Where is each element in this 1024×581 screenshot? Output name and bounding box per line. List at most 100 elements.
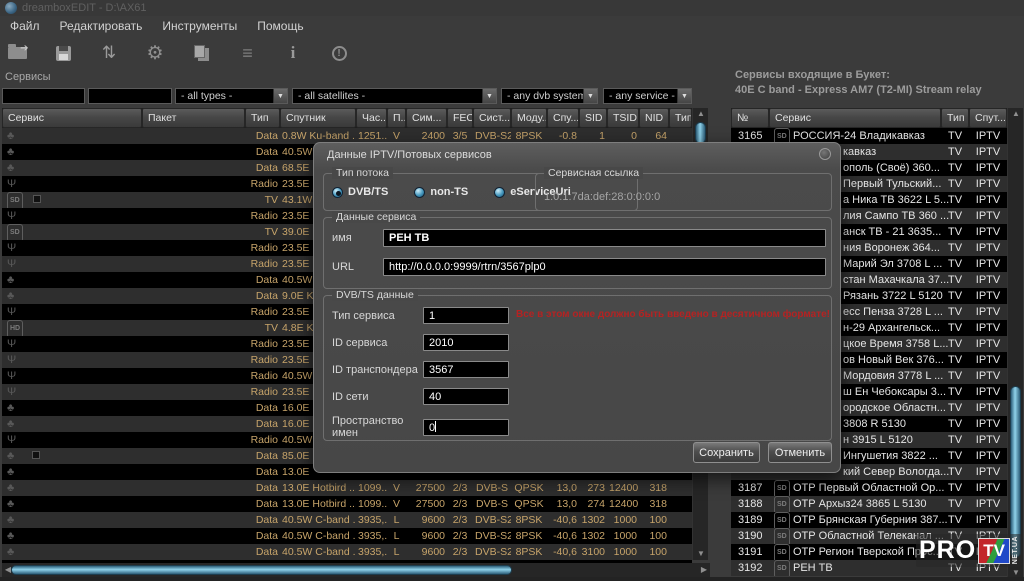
radio-service-icon: Ψ: [4, 368, 22, 384]
menu-item-редактировать[interactable]: Редактировать: [50, 16, 153, 33]
column-header-11[interactable]: SID: [579, 108, 607, 128]
column-header-13[interactable]: NID: [639, 108, 669, 128]
toolbar: ⇅ ⚙ ≡ i!: [4, 38, 352, 68]
url-input[interactable]: http://0.0.0.0:9999/rtrn/3567plp0: [383, 258, 826, 276]
menu-item-файл[interactable]: Файл: [0, 16, 50, 33]
open-file-button[interactable]: [4, 41, 30, 65]
radio-button-icon[interactable]: [494, 187, 505, 198]
data-service-icon: ♣: [4, 416, 22, 432]
package-filter-input[interactable]: [88, 88, 172, 104]
dvb-field-label: ID транспондера: [332, 364, 423, 376]
list-item[interactable]: 3187SDОТР Первый Областной Ор...TVIPTV: [731, 480, 1007, 496]
table-row[interactable]: ♣Data40.5W C-band ...3935,...L96002/3DVB…: [2, 512, 692, 528]
about-button[interactable]: !: [326, 41, 352, 65]
scroll-right-icon[interactable]: ▶: [698, 564, 710, 576]
dvb-data-group-label: DVB/TS данные: [332, 289, 418, 301]
service-type-dropdown[interactable]: - any service - ▼: [603, 88, 692, 104]
satellites-dropdown-value: - all satellites -: [293, 90, 482, 102]
service-name: РЕН ТВ: [793, 562, 833, 574]
dvb-system-dropdown[interactable]: - any dvb system - ▼: [501, 88, 598, 104]
services-hscroll-thumb[interactable]: [11, 565, 512, 575]
dvb-system-dropdown-value: - any dvb system -: [502, 90, 583, 102]
menu-item-помощь[interactable]: Помощь: [247, 16, 313, 33]
column-header-7[interactable]: FEC: [447, 108, 473, 128]
dvb-field-input[interactable]: 2010: [423, 334, 509, 351]
dvb-field-input[interactable]: 3567: [423, 361, 509, 378]
column-header-1[interactable]: Сервис: [769, 108, 941, 128]
service-name: ОТР Архыз24 3865 L 5130: [793, 498, 927, 510]
column-header-9[interactable]: Моду...: [511, 108, 547, 128]
list-item[interactable]: 3188SDОТР Архыз24 3865 L 5130TVIPTV: [731, 496, 1007, 512]
dvb-field-input[interactable]: 40: [423, 388, 509, 405]
table-row[interactable]: ♣Data13.0E Hotbird ...1099...V275002/3DV…: [2, 480, 692, 496]
radio-button-icon[interactable]: [414, 187, 425, 198]
column-header-0[interactable]: Сервис: [2, 108, 142, 128]
column-header-2[interactable]: Тип: [245, 108, 280, 128]
app-logo-icon: [5, 2, 17, 14]
scroll-up-icon[interactable]: ▲: [1008, 108, 1024, 120]
save-button[interactable]: Сохранить: [693, 442, 760, 463]
column-header-10[interactable]: Спу...: [547, 108, 579, 128]
column-header-4[interactable]: Час...: [356, 108, 387, 128]
protv-watermark: PRO TV NET.UA: [916, 534, 1022, 567]
service-type-dropdown-arrow-icon[interactable]: ▼: [677, 89, 691, 103]
radio-service-icon: Ψ: [4, 208, 22, 224]
menu-item-инструменты[interactable]: Инструменты: [152, 16, 247, 33]
cancel-button[interactable]: Отменить: [768, 442, 832, 463]
about-icon: !: [332, 46, 347, 61]
menu-bar: ФайлРедактироватьИнструментыПомощь: [0, 16, 1024, 36]
services-vscroll-thumb[interactable]: [695, 122, 706, 144]
service-name: цкое Время 3758 L...: [843, 338, 949, 350]
column-header-8[interactable]: Сист...: [473, 108, 511, 128]
column-header-6[interactable]: Сим...: [406, 108, 447, 128]
settings-button[interactable]: ⚙: [142, 41, 168, 65]
dvb-field-input[interactable]: 1: [423, 307, 509, 324]
service-name: Ингушетия 3822 ...: [843, 450, 938, 462]
types-dropdown-arrow-icon[interactable]: ▼: [273, 89, 287, 103]
ftp-transfer-button[interactable]: ⇅: [96, 41, 122, 65]
name-input[interactable]: РЕН ТВ: [383, 229, 826, 247]
column-header-2[interactable]: Тип: [941, 108, 969, 128]
open-file-icon: [8, 47, 27, 59]
bouquet-vscrollbar[interactable]: ▲ ▼: [1007, 108, 1023, 581]
table-row[interactable]: ♣Data40.5W C-band ...3935,...L96002/3DVB…: [2, 544, 692, 560]
service-name: Марий Эл 3708 L ...: [843, 258, 942, 270]
table-row[interactable]: ♣Data13.0E Hotbird ...1099...V275002/3DV…: [2, 496, 692, 512]
save-button[interactable]: [50, 41, 76, 65]
radio-button-icon[interactable]: [332, 187, 343, 198]
dialog-close-icon[interactable]: [819, 148, 831, 160]
copy-button[interactable]: [188, 41, 214, 65]
satellites-dropdown-arrow-icon[interactable]: ▼: [482, 89, 496, 103]
dvb-field-input[interactable]: 0: [423, 419, 509, 436]
stream-type-option[interactable]: DVB/TS: [332, 186, 388, 198]
services-hscrollbar[interactable]: ◀ ▶: [2, 563, 710, 577]
table-row[interactable]: ♣Data40.5W C-band ...3935,...L96002/3DVB…: [2, 528, 692, 544]
types-dropdown[interactable]: - all types - ▼: [175, 88, 288, 104]
scroll-up-icon[interactable]: ▲: [693, 108, 709, 120]
service-name: ния Воронеж 364...: [843, 242, 940, 254]
radio-service-icon: Ψ: [4, 176, 22, 192]
column-header-12[interactable]: TSID: [607, 108, 639, 128]
column-header-14[interactable]: Тип: [669, 108, 692, 128]
dvb-system-dropdown-arrow-icon[interactable]: ▼: [583, 89, 597, 103]
services-panel-label: Сервисы: [5, 71, 51, 83]
scroll-down-icon[interactable]: ▼: [693, 548, 709, 560]
sd-badge-icon: SD: [774, 544, 790, 560]
service-data-group: Данные сервиса имя РЕН ТВ URL http://0.0…: [323, 217, 832, 289]
stream-type-option[interactable]: non-TS: [414, 186, 468, 198]
column-header-0[interactable]: №: [731, 108, 769, 128]
info-icon: i: [291, 43, 296, 63]
service-filter-input[interactable]: [2, 88, 85, 104]
service-name: ш Ен Чебоксары 3...: [843, 386, 946, 398]
info-button[interactable]: i: [280, 41, 306, 65]
list-button[interactable]: ≡: [234, 41, 260, 65]
column-header-3[interactable]: Спут...: [969, 108, 1007, 128]
service-name: кавказ: [843, 146, 876, 158]
satellites-dropdown[interactable]: - all satellites - ▼: [292, 88, 497, 104]
column-header-5[interactable]: П...: [387, 108, 406, 128]
list-item[interactable]: 3189SDОТР Брянская Губерния 387...TVIPTV: [731, 512, 1007, 528]
column-header-3[interactable]: Спутник: [280, 108, 356, 128]
bouquet-vscroll-thumb[interactable]: [1010, 386, 1021, 558]
column-header-1[interactable]: Пакет: [142, 108, 245, 128]
settings-icon: ⚙: [146, 42, 163, 65]
